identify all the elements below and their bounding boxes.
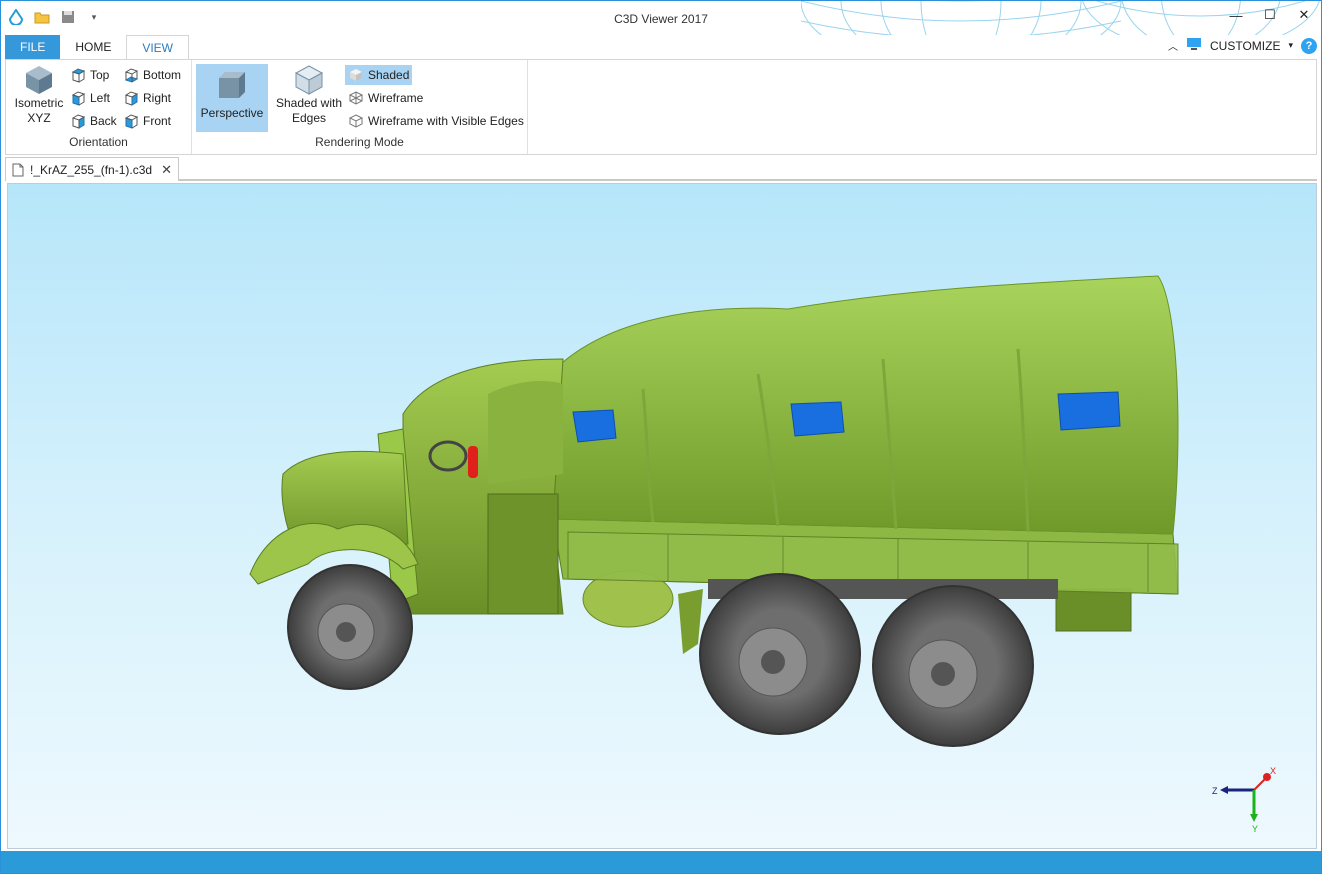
- cube-bottom-icon: [124, 68, 139, 83]
- rear-wheel: [872, 585, 1034, 747]
- shaded-edges-cube-icon: [294, 65, 324, 95]
- wireframe-label: Wireframe: [368, 91, 424, 105]
- front-label: Front: [143, 114, 172, 128]
- view-bottom-button[interactable]: Bottom: [120, 65, 184, 85]
- orientation-group-label: Orientation: [69, 135, 128, 149]
- shaded-edges-label-2: Edges: [291, 111, 327, 125]
- top-label: Top: [90, 68, 110, 82]
- customize-area: ︿ CUSTOMIZE ▾ ?: [1168, 37, 1317, 54]
- document-tab[interactable]: !_KrAZ_255_(fn-1).c3d ✕: [5, 157, 179, 181]
- cube-left-icon: [71, 91, 86, 106]
- ribbon-tabs: FILE HOME VIEW: [5, 35, 190, 60]
- view-front-button[interactable]: Front: [120, 111, 174, 131]
- view-right-button[interactable]: Right: [120, 88, 174, 108]
- cube-front-icon: [124, 114, 139, 129]
- view-back-button[interactable]: Back: [67, 111, 120, 131]
- cube-right-icon: [124, 91, 139, 106]
- perspective-button[interactable]: Perspective: [196, 64, 268, 132]
- app-window: ▾ C3D Viewer 2017 — ☐ ✕ FILE HOME VIEW ︿…: [0, 0, 1322, 874]
- shaded-label: Shaded: [368, 68, 410, 82]
- right-label: Right: [143, 91, 172, 105]
- help-icon[interactable]: ?: [1301, 37, 1317, 54]
- window-title: C3D Viewer 2017: [614, 12, 708, 26]
- rendering-group-label: Rendering Mode: [315, 135, 404, 149]
- document-icon: [12, 163, 24, 176]
- document-tab-bar: !_KrAZ_255_(fn-1).c3d ✕: [5, 157, 1317, 181]
- close-button[interactable]: ✕: [1287, 1, 1321, 29]
- minimize-button[interactable]: —: [1219, 1, 1253, 29]
- isometric-label-2: XYZ: [27, 111, 51, 125]
- z-axis-label: Z: [1212, 786, 1218, 796]
- tab-view[interactable]: VIEW: [126, 35, 190, 60]
- y-axis-label: Y: [1252, 824, 1258, 834]
- view-top-button[interactable]: Top: [67, 65, 112, 85]
- perspective-label: Perspective: [200, 106, 264, 120]
- ribbon-panel: Isometric XYZ Top Left Back Bottom Right…: [5, 59, 1317, 155]
- x-axis-label: X: [1270, 766, 1276, 776]
- perspective-cube-icon: [219, 72, 245, 98]
- cube-back-icon: [71, 114, 86, 129]
- orientation-group: Isometric XYZ Top Left Back Bottom Right…: [6, 60, 192, 154]
- wireframe-visible-cube-icon: [348, 114, 364, 128]
- wireframe-button[interactable]: Wireframe: [345, 88, 426, 108]
- middle-wheel: [699, 573, 861, 735]
- title-bar: ▾ C3D Viewer 2017 — ☐ ✕: [1, 1, 1321, 35]
- window-controls: — ☐ ✕: [1219, 1, 1321, 29]
- shaded-button[interactable]: Shaded: [345, 65, 413, 85]
- customize-button[interactable]: CUSTOMIZE: [1210, 39, 1280, 53]
- monitor-icon[interactable]: [1186, 37, 1202, 54]
- left-label: Left: [90, 91, 111, 105]
- wireframe-visible-edges-button[interactable]: Wireframe with Visible Edges: [345, 111, 527, 131]
- customize-dropdown-icon[interactable]: ▾: [1288, 40, 1293, 51]
- axis-triad: X Z Y: [1212, 766, 1276, 834]
- maximize-button[interactable]: ☐: [1253, 1, 1287, 29]
- shaded-cube-icon: [350, 69, 362, 81]
- isometric-label-1: Isometric: [14, 96, 64, 110]
- status-bar: [1, 851, 1321, 873]
- front-wheel: [287, 564, 413, 690]
- collapse-ribbon-icon[interactable]: ︿: [1168, 38, 1178, 53]
- wireframe-visible-label: Wireframe with Visible Edges: [368, 114, 524, 128]
- back-label: Back: [90, 114, 117, 128]
- bottom-label: Bottom: [143, 68, 182, 82]
- truck-model[interactable]: [8, 184, 1317, 849]
- rendering-mode-group: Perspective Shaded with Edges Shaded Wir…: [192, 60, 528, 154]
- tab-home[interactable]: HOME: [60, 35, 126, 59]
- cube-top-icon: [71, 68, 86, 83]
- document-tab-label: !_KrAZ_255_(fn-1).c3d: [30, 162, 153, 177]
- tab-file[interactable]: FILE: [5, 35, 61, 59]
- shaded-with-edges-button[interactable]: Shaded with Edges: [272, 64, 346, 126]
- isometric-xyz-button[interactable]: Isometric XYZ: [10, 64, 68, 126]
- shaded-edges-label-1: Shaded with: [275, 96, 343, 110]
- wireframe-cube-icon: [348, 91, 364, 105]
- view-left-button[interactable]: Left: [67, 88, 113, 108]
- document-close-icon[interactable]: ✕: [161, 162, 172, 178]
- isometric-cube-icon: [26, 66, 52, 94]
- 3d-viewport[interactable]: X Z Y: [7, 183, 1317, 849]
